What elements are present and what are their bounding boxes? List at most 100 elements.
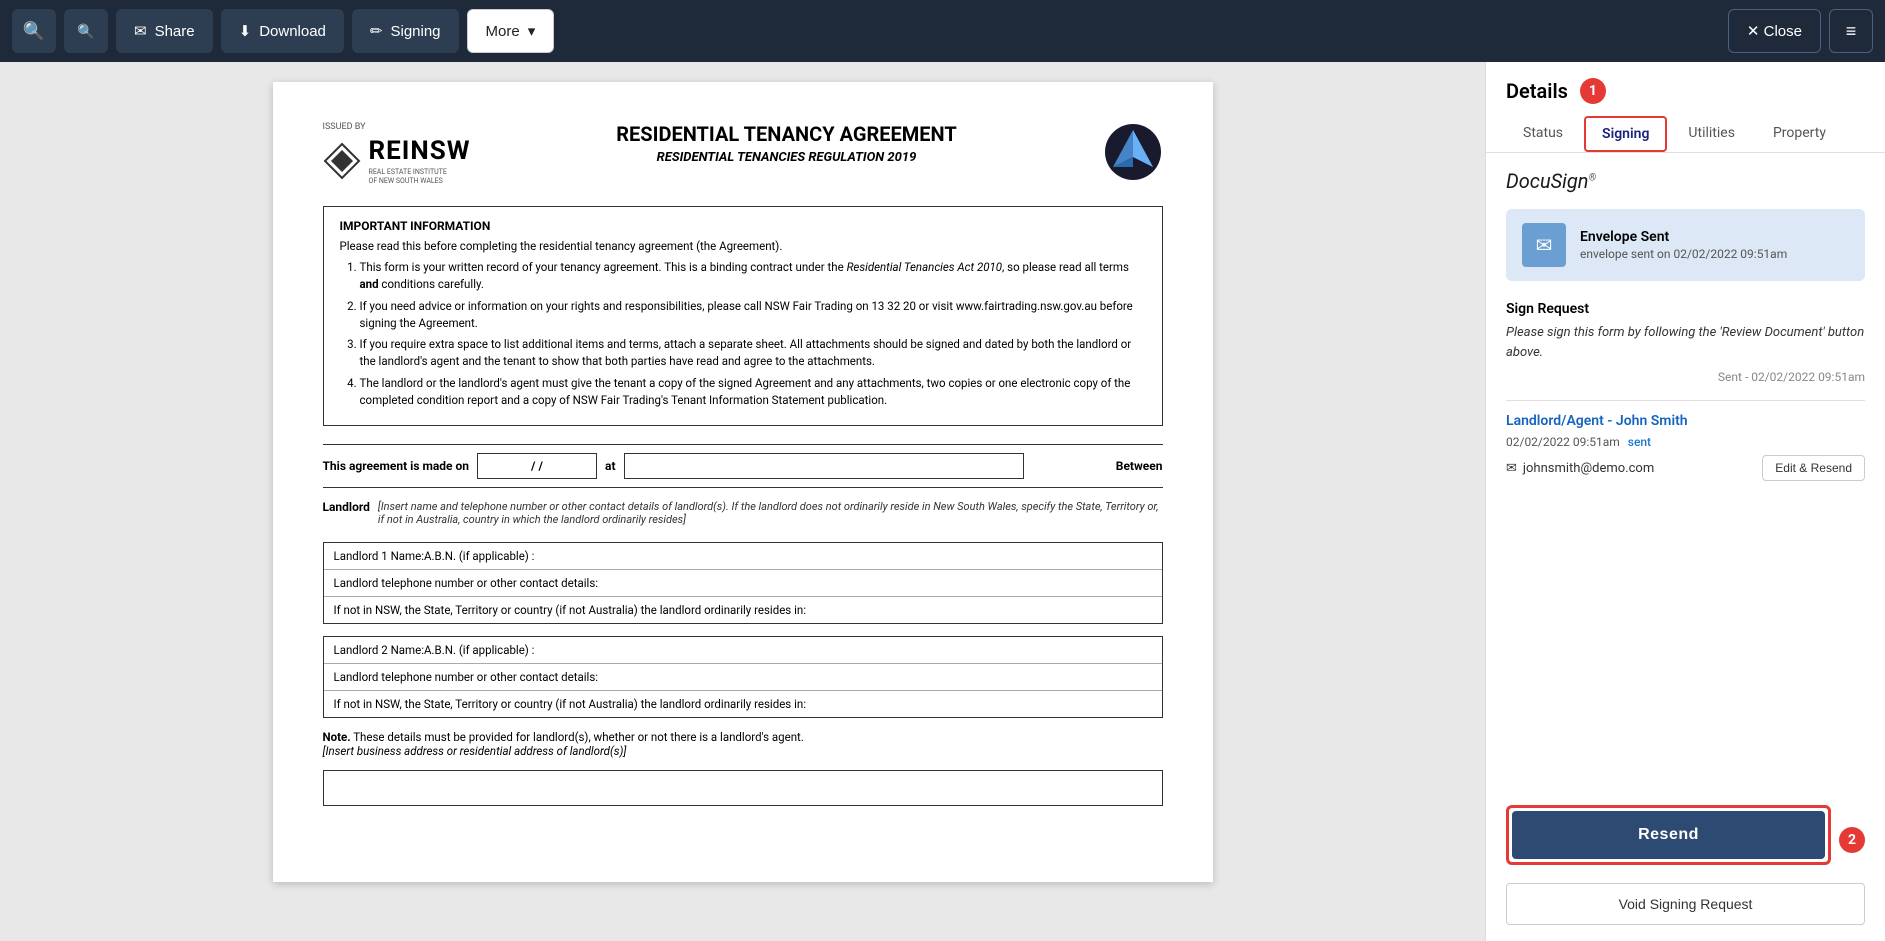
important-info-box: IMPORTANT INFORMATION Please read this b…: [323, 206, 1163, 426]
landlord2-state-row: If not in NSW, the State, Territory or c…: [324, 691, 1162, 717]
resend-button-wrapper: Resend: [1506, 805, 1831, 865]
tab-status[interactable]: Status: [1506, 116, 1580, 152]
list-item: If you need advice or information on you…: [360, 298, 1146, 333]
download-button[interactable]: ⬇ Download: [221, 9, 344, 53]
bottom-field: [323, 770, 1163, 806]
signer-email: ✉ johnsmith@demo.com: [1506, 461, 1654, 476]
list-item: If you require extra space to list addit…: [360, 336, 1146, 371]
toolbar: 🔍 🔍 ✉ Share ⬇ Download ✏ Signing More ▾ …: [0, 0, 1885, 62]
badge-2: 2: [1839, 827, 1865, 853]
envelope-info: Envelope Sent envelope sent on 02/02/202…: [1580, 229, 1787, 261]
sign-request-sent: Sent - 02/02/2022 09:51am: [1506, 370, 1865, 384]
sign-request: Sign Request Please sign this form by fo…: [1506, 301, 1865, 384]
panel-tabs: Status Signing Utilities Property: [1486, 104, 1885, 153]
landlord2-tel-row: Landlord telephone number or other conta…: [324, 664, 1162, 691]
panel-header: Details 1: [1486, 62, 1885, 104]
email-icon: ✉: [1506, 461, 1517, 476]
agreement-made-label: This agreement is made on: [323, 459, 470, 473]
toolbar-right: ✕ Close ≡: [1728, 9, 1873, 53]
note-text: These details must be provided for landl…: [353, 730, 804, 744]
doc-title-area: RESIDENTIAL TENANCY AGREEMENT RESIDENTIA…: [471, 122, 1103, 165]
landlord2-state-label: If not in NSW, the State, Territory or c…: [334, 697, 807, 711]
share-icon: ✉: [134, 22, 147, 40]
agreement-made-row: This agreement is made on / / at Between: [323, 444, 1163, 488]
zoom-in-button[interactable]: 🔍: [12, 9, 56, 53]
zoom-out-button[interactable]: 🔍: [64, 9, 108, 53]
note-italic: [Insert business address or residential …: [323, 744, 627, 758]
landlord1-table: Landlord 1 Name: A.B.N. (if applicable) …: [323, 542, 1163, 624]
toolbar-left: 🔍 🔍 ✉ Share ⬇ Download ✏ Signing More ▾: [12, 9, 1720, 53]
tab-property[interactable]: Property: [1756, 116, 1843, 152]
share-button[interactable]: ✉ Share: [116, 9, 213, 53]
doc-logo-area: ISSUED BY REINSW REAL ESTATE INSTITUTEOF…: [323, 122, 471, 186]
doc-main-title: RESIDENTIAL TENANCY AGREEMENT: [491, 122, 1083, 146]
important-list: This form is your written record of your…: [340, 259, 1146, 409]
envelope-icon: ✉: [1522, 223, 1566, 267]
docusign-logo: DocuSign®: [1506, 169, 1865, 193]
signer-name[interactable]: Landlord/Agent - John Smith: [1506, 413, 1865, 429]
landlord2-tel-label: Landlord telephone number or other conta…: [334, 670, 599, 684]
landlord2-name-label: Landlord 2 Name:: [334, 643, 425, 657]
landlord1-name-label: Landlord 1 Name:: [334, 549, 425, 563]
tab-signing[interactable]: Signing: [1584, 116, 1667, 152]
landlord-instruction: [Insert name and telephone number or oth…: [378, 500, 1163, 526]
important-intro: Please read this before completing the r…: [340, 239, 1146, 253]
at-label: at: [605, 459, 615, 473]
envelope-sub: envelope sent on 02/02/2022 09:51am: [1580, 247, 1787, 261]
list-item: This form is your written record of your…: [360, 259, 1146, 294]
landlord2-abn-label: A.B.N. (if applicable) :: [424, 643, 534, 657]
doc-subtitle: RESIDENTIAL TENANCIES REGULATION 2019: [491, 150, 1083, 165]
note-bold: Note.: [323, 730, 351, 744]
main-content: ISSUED BY REINSW REAL ESTATE INSTITUTEOF…: [0, 62, 1885, 941]
close-button[interactable]: ✕ Close: [1728, 9, 1821, 53]
badge-1: 1: [1580, 78, 1606, 104]
landlord1-abn-label: A.B.N. (if applicable) :: [424, 549, 534, 563]
list-item: The landlord or the landlord's agent mus…: [360, 375, 1146, 410]
at-field[interactable]: [624, 453, 1024, 479]
resend-button[interactable]: Resend: [1512, 811, 1825, 859]
issued-by-label: ISSUED BY: [323, 122, 471, 132]
right-panel: Details 1 Status Signing Utilities Prope…: [1485, 62, 1885, 941]
divider: [1506, 400, 1865, 401]
signer-email-row: ✉ johnsmith@demo.com Edit & Resend: [1506, 455, 1865, 481]
sign-request-text: Please sign this form by following the '…: [1506, 323, 1865, 362]
hamburger-icon: ≡: [1846, 21, 1857, 42]
navi-logo: [1103, 122, 1163, 185]
date-field[interactable]: / /: [477, 453, 597, 479]
hamburger-menu-button[interactable]: ≡: [1829, 9, 1873, 53]
panel-body: DocuSign® ✉ Envelope Sent envelope sent …: [1486, 153, 1885, 805]
chevron-down-icon: ▾: [528, 22, 536, 40]
signer-status-row: 02/02/2022 09:51am sent: [1506, 435, 1865, 449]
tab-utilities[interactable]: Utilities: [1671, 116, 1752, 152]
reinsw-logo: REINSW REAL ESTATE INSTITUTEOF NEW SOUTH…: [323, 136, 471, 186]
landlord1-tel-row: Landlord telephone number or other conta…: [324, 570, 1162, 597]
landlord1-name-row: Landlord 1 Name: A.B.N. (if applicable) …: [324, 543, 1162, 570]
void-signing-button[interactable]: Void Signing Request: [1506, 883, 1865, 925]
more-button[interactable]: More ▾: [467, 9, 555, 53]
zoom-out-icon: 🔍: [77, 23, 94, 40]
reinsw-subtitle: REAL ESTATE INSTITUTEOF NEW SOUTH WALES: [369, 168, 471, 186]
envelope-card: ✉ Envelope Sent envelope sent on 02/02/2…: [1506, 209, 1865, 281]
reinsw-diamond-icon: [323, 142, 361, 180]
signing-button[interactable]: ✏ Signing: [352, 9, 459, 53]
edit-resend-button[interactable]: Edit & Resend: [1762, 455, 1865, 481]
landlord2-name-row: Landlord 2 Name: A.B.N. (if applicable) …: [324, 637, 1162, 664]
signer-status-badge: sent: [1628, 435, 1651, 449]
document-page: ISSUED BY REINSW REAL ESTATE INSTITUTEOF…: [273, 82, 1213, 882]
landlord2-table: Landlord 2 Name: A.B.N. (if applicable) …: [323, 636, 1163, 718]
signer-datetime: 02/02/2022 09:51am: [1506, 435, 1620, 449]
note-section: Note. These details must be provided for…: [323, 730, 1163, 758]
between-label: Between: [1116, 459, 1163, 473]
landlord1-state-row: If not in NSW, the State, Territory or c…: [324, 597, 1162, 623]
landlord-label: Landlord: [323, 500, 370, 530]
doc-header: ISSUED BY REINSW REAL ESTATE INSTITUTEOF…: [323, 122, 1163, 186]
document-area[interactable]: ISSUED BY REINSW REAL ESTATE INSTITUTEOF…: [0, 62, 1485, 941]
pen-icon: ✏: [370, 22, 383, 40]
panel-title: Details: [1506, 79, 1568, 103]
download-icon: ⬇: [239, 22, 252, 40]
important-heading: IMPORTANT INFORMATION: [340, 219, 1146, 233]
envelope-title: Envelope Sent: [1580, 229, 1787, 245]
resend-section: Resend 2 Void Signing Request: [1486, 805, 1885, 941]
landlord1-state-label: If not in NSW, the State, Territory or c…: [334, 603, 807, 617]
landlord1-tel-label: Landlord telephone number or other conta…: [334, 576, 599, 590]
